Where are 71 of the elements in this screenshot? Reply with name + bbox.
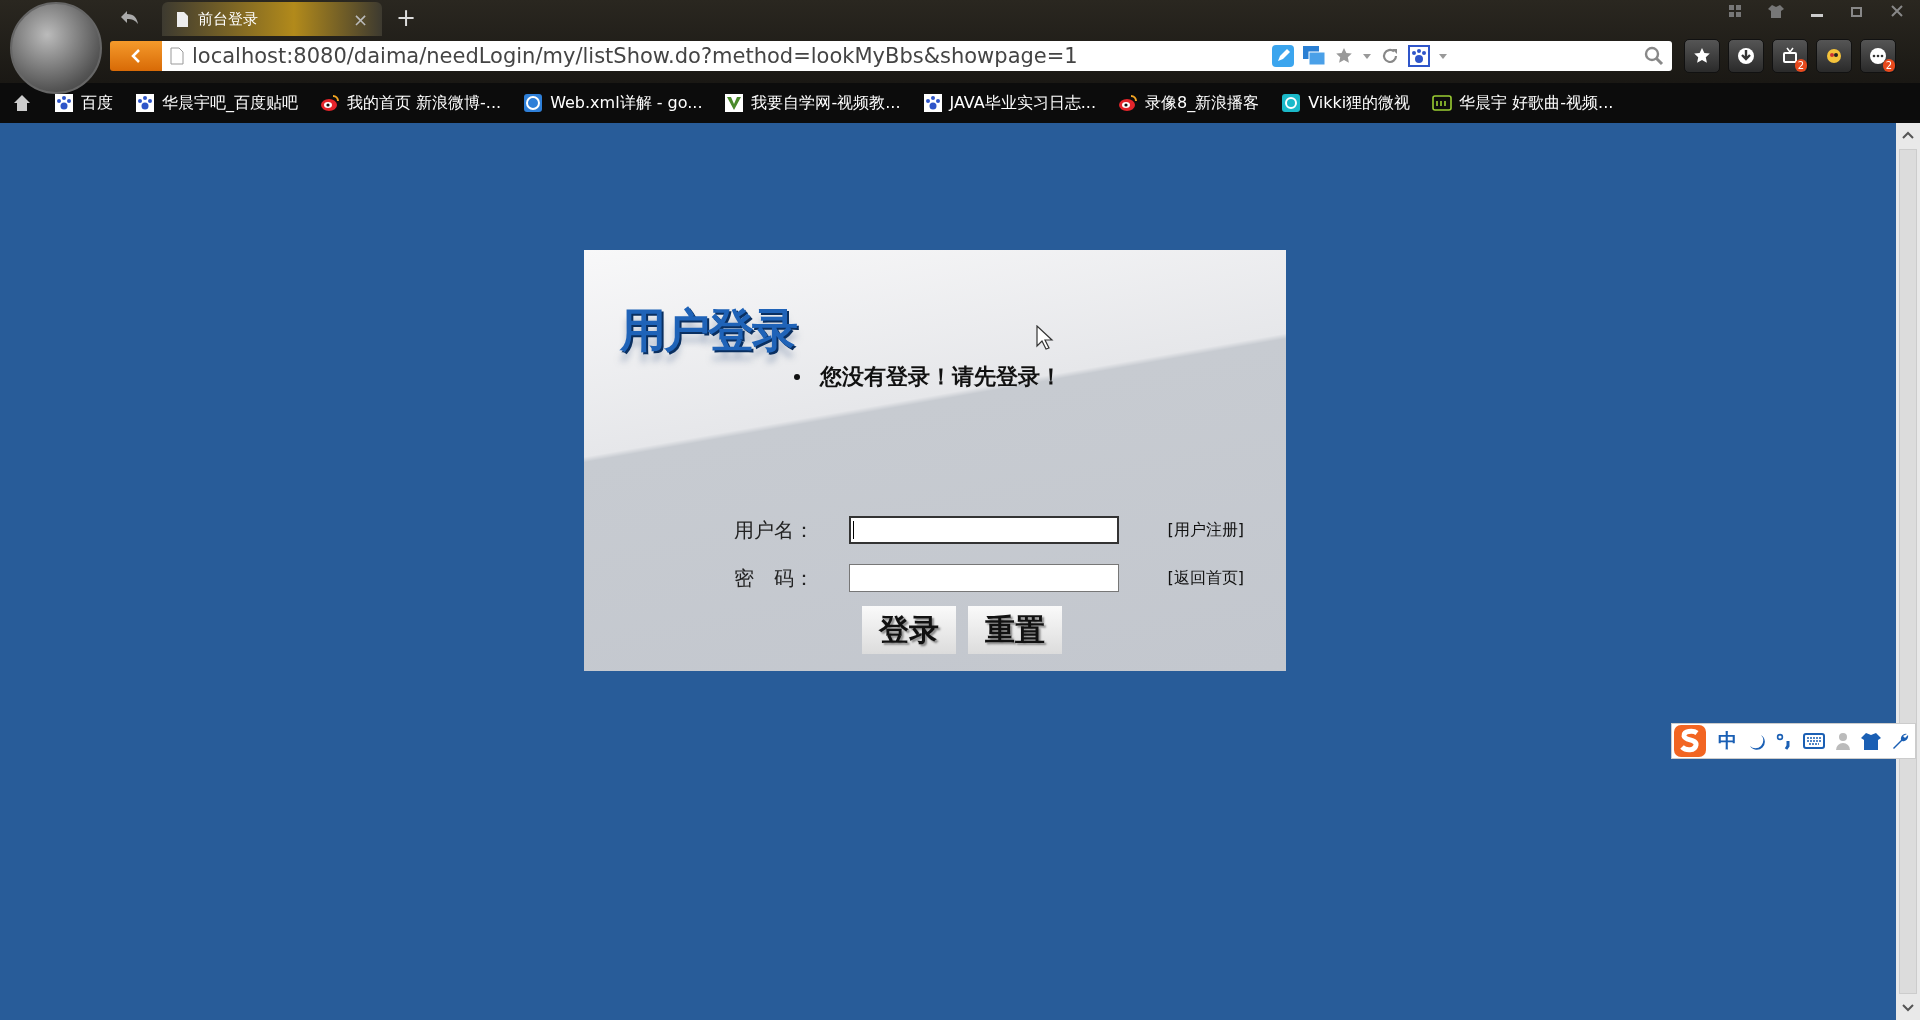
toolbar-button[interactable] bbox=[1728, 39, 1764, 73]
url-text: localhost:8080/daima/needLogin/my/listShow.do?method=lookMyBbs&showpage=1 bbox=[192, 44, 1079, 68]
input-field[interactable] bbox=[849, 516, 1119, 544]
toolbar-button[interactable] bbox=[1684, 39, 1720, 73]
download-icon bbox=[1736, 46, 1756, 66]
close-tab-button[interactable]: × bbox=[352, 8, 368, 30]
bookmark-label: 录像8_新浪播客 bbox=[1145, 92, 1260, 114]
paw-icon bbox=[135, 93, 155, 113]
toolbar-button[interactable] bbox=[1816, 39, 1852, 73]
paw-icon bbox=[922, 93, 943, 113]
s-logo-icon[interactable] bbox=[1672, 724, 1708, 758]
browser-tab[interactable]: 前台登录 × bbox=[162, 2, 382, 36]
field-label: 用户名： bbox=[734, 516, 815, 544]
count-badge: 2 bbox=[1882, 59, 1895, 72]
text-link[interactable]: [用户注册] bbox=[1167, 519, 1244, 541]
caret-icon[interactable] bbox=[1362, 52, 1372, 60]
bookmark-link[interactable]: Vikki狸的微视 bbox=[1281, 92, 1411, 114]
eye-icon bbox=[1118, 93, 1138, 113]
bookmark-label: JAVA毕业实习日志... bbox=[949, 92, 1096, 114]
paw-icon[interactable] bbox=[1408, 45, 1430, 67]
scrollbar[interactable] bbox=[1896, 123, 1920, 1020]
toolbar-button[interactable]: 2 bbox=[1772, 39, 1808, 73]
login-title: 用户登录 bbox=[620, 302, 796, 359]
screens-icon[interactable] bbox=[1302, 45, 1326, 67]
count-badge: 2 bbox=[1794, 59, 1807, 72]
wrench-icon[interactable] bbox=[1891, 732, 1909, 750]
punctuation-icon[interactable] bbox=[1775, 732, 1793, 750]
shirt-icon[interactable] bbox=[1768, 4, 1784, 18]
bookmark-link[interactable]: JAVA毕业实习日志... bbox=[922, 92, 1096, 114]
form-button[interactable]: 重置 bbox=[968, 606, 1062, 654]
home-icon[interactable] bbox=[12, 93, 32, 113]
refresh-icon[interactable] bbox=[1380, 46, 1400, 66]
page-icon bbox=[176, 11, 188, 27]
bookmark-link[interactable]: 录像8_新浪播客 bbox=[1118, 92, 1260, 114]
input-mode[interactable]: 中 bbox=[1718, 728, 1737, 754]
bookmark-label: 百度 bbox=[81, 92, 113, 114]
caret-icon[interactable] bbox=[1438, 52, 1448, 60]
address-bar[interactable]: localhost:8080/daima/needLogin/my/listShow.do?method=lookMyBbs&showpage=1 bbox=[162, 41, 1672, 71]
page-icon bbox=[170, 47, 184, 65]
cursor-icon bbox=[1036, 325, 1054, 351]
bookmark-link[interactable]: 百度 bbox=[54, 92, 113, 114]
bookmark-link[interactable]: 华晨宇吧_百度贴吧 bbox=[135, 92, 298, 114]
bookmark-label: 华晨宇吧_百度贴吧 bbox=[162, 92, 298, 114]
close-icon[interactable] bbox=[1890, 4, 1904, 18]
restore-icon[interactable] bbox=[1850, 4, 1864, 18]
more-icon bbox=[1868, 46, 1888, 66]
back-button[interactable] bbox=[110, 41, 162, 71]
paw-icon bbox=[54, 93, 74, 113]
ring-icon bbox=[1281, 93, 1302, 113]
chevron-left-icon bbox=[130, 48, 142, 64]
new-tab-button[interactable]: + bbox=[396, 4, 417, 32]
search-icon[interactable] bbox=[1644, 46, 1664, 66]
bookmark-link[interactable]: 我要自学网-视频教... bbox=[724, 92, 901, 114]
tab-title: 前台登录 bbox=[198, 9, 259, 29]
shirt-icon[interactable] bbox=[1861, 732, 1881, 750]
input-field[interactable] bbox=[849, 564, 1119, 592]
keyboard-icon[interactable] bbox=[1803, 733, 1825, 749]
bookmark-label: Vikki狸的微视 bbox=[1308, 92, 1411, 114]
pencil-icon[interactable] bbox=[1272, 45, 1294, 67]
v-icon bbox=[724, 93, 745, 113]
text-link[interactable]: [返回首页] bbox=[1167, 567, 1244, 589]
field-label: 密 码： bbox=[734, 564, 815, 592]
bookmark-label: 我要自学网-视频教... bbox=[751, 92, 901, 114]
eye-icon bbox=[320, 93, 340, 113]
bullet-icon bbox=[794, 374, 800, 380]
face-icon bbox=[1824, 46, 1844, 66]
moon-icon[interactable] bbox=[1747, 732, 1765, 750]
grid-icon[interactable] bbox=[1728, 4, 1742, 18]
login-message: 您没有登录！请先登录！ bbox=[820, 362, 1062, 391]
form-button[interactable]: 登录 bbox=[862, 606, 956, 654]
toolbar-button[interactable]: 2 bbox=[1860, 39, 1896, 73]
